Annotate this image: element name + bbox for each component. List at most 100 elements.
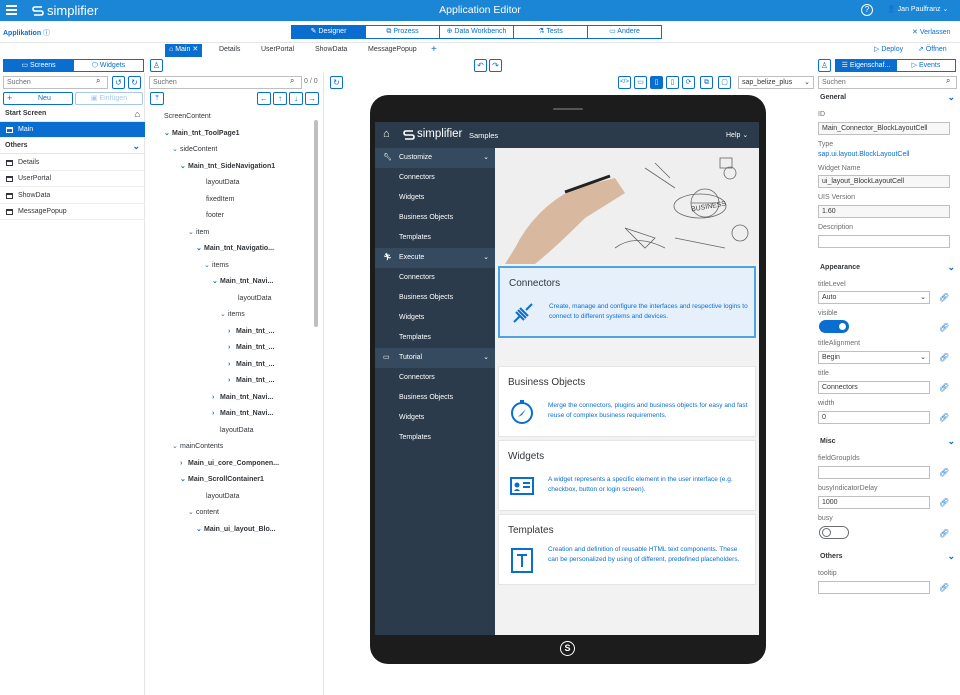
tab-userportal[interactable]: UserPortal: [261, 44, 294, 57]
seg-widgets[interactable]: ⬡ Widgets: [73, 59, 144, 72]
chevron-icon[interactable]: ›: [228, 340, 236, 356]
tree-node[interactable]: › Main_tnt_Navi...: [212, 406, 273, 422]
desktop-icon[interactable]: ▭: [634, 76, 647, 89]
nav-group[interactable]: 🏃︎ Execute ⌄: [375, 248, 495, 268]
tree-node[interactable]: ⌄ items: [220, 307, 245, 323]
mode-andere[interactable]: ▭ Andere: [587, 25, 662, 39]
properties-search-input[interactable]: Suchen: [818, 76, 957, 89]
screen-item-messagepopup[interactable]: MessagePopup: [0, 204, 145, 220]
nav-item[interactable]: Business Objects: [399, 208, 453, 228]
chevron-down-icon[interactable]: ⌄: [132, 138, 140, 154]
tree-node[interactable]: ⌄ Main_ui_layout_Blo...: [196, 522, 276, 538]
tree-node[interactable]: ⌄ item: [188, 225, 209, 241]
tab-main[interactable]: ⌂ Main ✕: [165, 44, 203, 57]
mode-designer[interactable]: ✎ Designer: [291, 25, 366, 39]
uis-version-field[interactable]: 1.60: [818, 205, 950, 218]
deploy-button[interactable]: ▷ Deploy: [874, 45, 903, 53]
info-icon[interactable]: ⓘ: [43, 30, 50, 37]
nav-item[interactable]: Connectors: [399, 368, 435, 388]
tree-node[interactable]: › Main_tnt_...: [228, 324, 275, 340]
tree-node[interactable]: layoutData: [198, 489, 239, 505]
tree-node[interactable]: ⌄ Main_tnt_ToolPage1: [164, 126, 240, 142]
titlelevel-select[interactable]: Auto ⌄: [818, 291, 930, 304]
tile-templates[interactable]: Templates Creation and definition of reus…: [498, 514, 756, 585]
tree-node[interactable]: ⌄ items: [204, 258, 229, 274]
home-icon[interactable]: ⌂: [135, 106, 140, 122]
search-icon[interactable]: ⌕: [96, 76, 100, 86]
misc-section-header[interactable]: Misc ⌄: [820, 436, 955, 446]
chevron-icon[interactable]: ›: [228, 357, 236, 373]
arrow-left-icon[interactable]: ←: [257, 92, 271, 105]
arrow-down-icon[interactable]: ↓: [289, 92, 303, 105]
mode-data-workbench[interactable]: ⊕ Data Workbench: [439, 25, 514, 39]
nav-item[interactable]: Connectors: [399, 268, 435, 288]
chevron-icon[interactable]: ⌄: [212, 274, 220, 290]
nav-group[interactable]: ▭ Tutorial ⌄: [375, 348, 495, 368]
paste-button[interactable]: ▣ Einfügen: [75, 92, 143, 105]
chevron-icon[interactable]: ⌄: [196, 241, 204, 257]
description-field[interactable]: [818, 235, 950, 248]
tile-connectors[interactable]: Connectors Create, manage and configure t…: [498, 266, 756, 338]
user-icon[interactable]: ♙: [818, 59, 831, 72]
chevron-icon[interactable]: ⌄: [172, 142, 180, 158]
tab-messagepopup[interactable]: MessagePopup: [368, 44, 417, 57]
tree-node[interactable]: ⌄ Main_tnt_Navi...: [212, 274, 273, 290]
link-icon[interactable]: 🔗︎: [939, 323, 949, 332]
code-icon[interactable]: </>: [618, 76, 631, 89]
chevron-icon[interactable]: ›: [180, 456, 188, 472]
add-tab-button[interactable]: +: [431, 44, 437, 57]
tree-node[interactable]: ⌄ sideContent: [172, 142, 217, 158]
tree-node[interactable]: › Main_ui_core_Componen...: [180, 456, 279, 472]
mode-tests[interactable]: ⚗ Tests: [513, 25, 588, 39]
widget-name-field[interactable]: ui_layout_BlockLayoutCell: [818, 175, 950, 188]
user-lock-icon[interactable]: ♙: [150, 59, 163, 72]
undo-icon[interactable]: ↶: [474, 59, 487, 72]
redo-icon[interactable]: ↷: [489, 59, 502, 72]
tab-showdata[interactable]: ShowData: [315, 44, 347, 57]
open-button[interactable]: ⇗ Öffnen: [918, 45, 947, 53]
appearance-section-header[interactable]: Appearance ⌄: [820, 262, 955, 272]
tree-node[interactable]: ⌄ Main_tnt_Navigatio...: [196, 241, 274, 257]
tree-search-input[interactable]: Suchen: [149, 76, 302, 89]
chevron-icon[interactable]: ›: [228, 373, 236, 389]
collapse-icon[interactable]: ⤒: [150, 92, 164, 105]
refresh-icon[interactable]: ↻: [128, 76, 141, 89]
tablet-icon[interactable]: ▯: [650, 76, 663, 89]
undo-icon[interactable]: ↺: [112, 76, 125, 89]
chevron-icon[interactable]: ›: [212, 406, 220, 422]
chevron-icon[interactable]: ⌄: [180, 159, 188, 175]
nav-item[interactable]: Connectors: [399, 168, 435, 188]
chevron-icon[interactable]: ⌄: [172, 439, 180, 455]
search-icon[interactable]: ⌕: [946, 76, 950, 86]
link-icon[interactable]: 🔗︎: [939, 413, 949, 422]
tree-node[interactable]: › Main_tnt_...: [228, 373, 275, 389]
home-icon[interactable]: ⌂: [383, 128, 390, 140]
chevron-icon[interactable]: ⌄: [180, 472, 188, 488]
user-menu[interactable]: 👤 Jan Paulfranz ⌄: [887, 5, 948, 13]
arrow-up-icon[interactable]: ↑: [273, 92, 287, 105]
tree-node[interactable]: footer: [198, 208, 224, 224]
title-field[interactable]: Connectors: [818, 381, 930, 394]
tree-node[interactable]: ⌄ Main_tnt_SideNavigation1: [180, 159, 275, 175]
tree-node[interactable]: fixedItem: [198, 192, 234, 208]
tree-node[interactable]: layoutData: [230, 291, 271, 307]
general-section-header[interactable]: General ⌄: [820, 92, 955, 102]
tooltip-field[interactable]: [818, 581, 930, 594]
window-icon[interactable]: ⧉: [700, 76, 713, 89]
close-icon[interactable]: ✕: [190, 46, 198, 53]
chevron-icon[interactable]: ⌄: [196, 522, 204, 538]
tablet-home-button[interactable]: S: [560, 641, 575, 656]
phone-icon[interactable]: ▯: [666, 76, 679, 89]
screen-item-userportal[interactable]: UserPortal: [0, 171, 145, 187]
leave-button[interactable]: ✕ Verlassen: [912, 28, 951, 36]
titlealignment-select[interactable]: Begin ⌄: [818, 351, 930, 364]
chevron-icon[interactable]: ⌄: [204, 258, 212, 274]
chevron-icon[interactable]: ⌄: [220, 307, 228, 323]
mode-prozess[interactable]: ⧉ Prozess: [365, 25, 440, 39]
refresh-icon[interactable]: ↻: [330, 76, 343, 89]
busy-toggle[interactable]: [819, 526, 849, 539]
rotate-icon[interactable]: ⟳: [682, 76, 695, 89]
busyindicatordelay-field[interactable]: 1000: [818, 496, 930, 509]
nav-group[interactable]: 🔧︎ Customize ⌄: [375, 148, 495, 168]
link-icon[interactable]: 🔗︎: [939, 498, 949, 507]
